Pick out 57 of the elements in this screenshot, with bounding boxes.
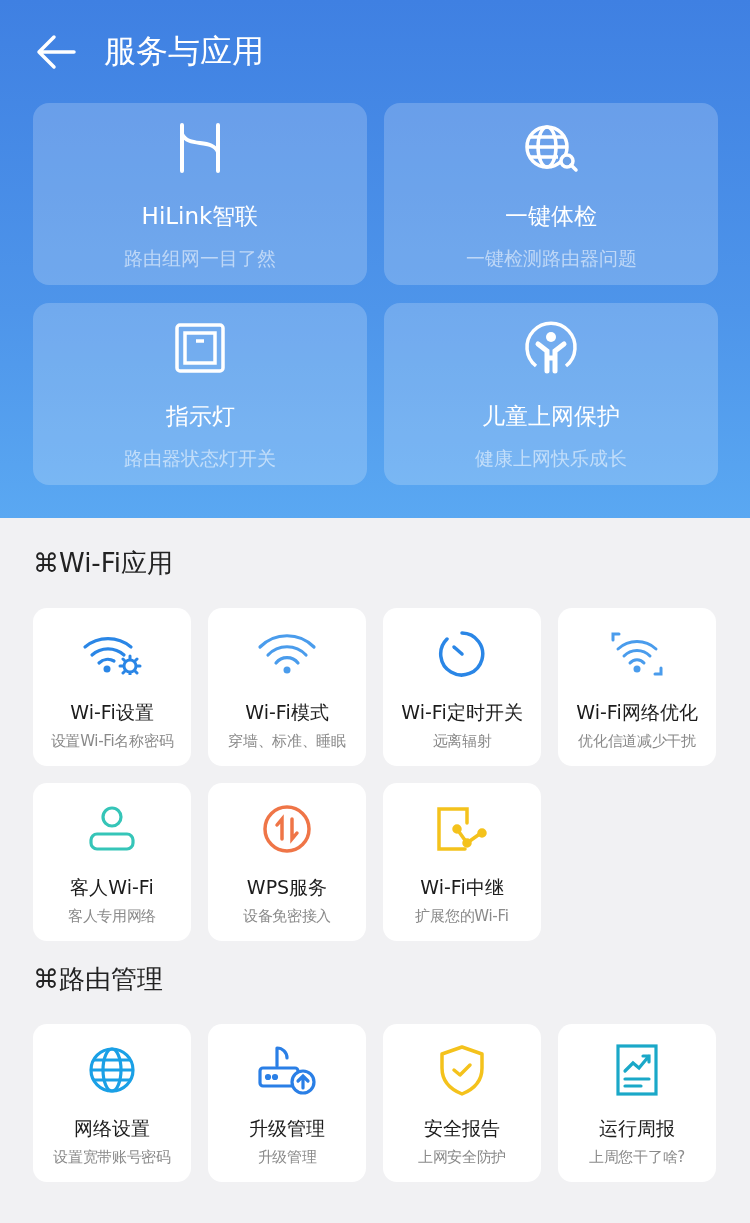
tile-title: 安全报告 [424,1116,500,1141]
tile-subtitle: 设置宽带账号密码 [53,1148,171,1167]
tile-title: Wi-Fi中继 [420,875,504,900]
app-tile[interactable]: Wi-Fi中继 扩展您的Wi-Fi [383,783,541,941]
timer-icon [437,629,487,679]
globe-search-icon [523,123,579,173]
app-tile[interactable]: 网络设置 设置宽带账号密码 [33,1024,191,1182]
person-icon [88,806,136,852]
section-title: ⌘路由管理 [33,962,163,996]
app-tile[interactable]: Wi-Fi定时开关 远离辐射 [383,608,541,766]
app-tile[interactable]: Wi-Fi设置 设置Wi-Fi名称密码 [33,608,191,766]
tile-subtitle: 客人专用网络 [67,907,157,926]
tile-subtitle: 设置Wi-Fi名称密码 [50,732,174,751]
app-tile[interactable]: Wi-Fi网络优化 优化信道减少干扰 [558,608,716,766]
tile-title: 客人Wi-Fi [70,875,154,900]
child-icon [524,320,578,376]
globe-icon [87,1045,137,1095]
tile-title: Wi-Fi网络优化 [576,700,698,725]
tile-title: Wi-Fi模式 [245,700,329,725]
router-upload-icon [257,1044,317,1096]
wifi-scan-icon [610,631,664,677]
card-title: 一键体检 [505,202,597,231]
card-subtitle: 健康上网快乐成长 [475,446,627,471]
app-tile[interactable]: 运行周报 上周您干了啥? [558,1024,716,1182]
card-title: 儿童上网保护 [482,402,620,431]
app-tile[interactable]: WPS服务 设备免密接入 [208,783,366,941]
section-title: ⌘Wi-Fi应用 [33,546,174,580]
chart-report-icon [615,1043,659,1097]
tile-subtitle: 升级管理 [257,1148,317,1167]
tile-title: Wi-Fi定时开关 [401,700,523,725]
arrows-circle-icon [261,803,313,855]
tile-subtitle: 穿墙、标准、睡眠 [228,732,346,751]
shield-check-icon [439,1044,485,1096]
tile-title: 运行周报 [599,1116,675,1141]
page-title: 服务与应用 [104,30,264,72]
card-subtitle: 路由器状态灯开关 [124,446,276,471]
square-switch-icon [174,322,226,374]
tile-subtitle: 上周您干了啥? [589,1148,685,1167]
tile-title: WPS服务 [246,875,328,900]
card-subtitle: 路由组网一目了然 [124,246,276,271]
tile-title: 升级管理 [249,1116,325,1141]
tile-title: 网络设置 [74,1116,150,1141]
wifi-icon [257,633,317,675]
app-tile[interactable]: 客人Wi-Fi 客人专用网络 [33,783,191,941]
app-tile[interactable]: 安全报告 上网安全防护 [383,1024,541,1182]
tile-subtitle: 扩展您的Wi-Fi [415,907,509,926]
tile-subtitle: 上网安全防护 [417,1148,507,1167]
back-icon[interactable] [36,33,76,70]
app-tile[interactable]: Wi-Fi模式 穿墙、标准、睡眠 [208,608,366,766]
card-title: HiLink智联 [141,202,259,231]
app-tile[interactable]: 升级管理 升级管理 [208,1024,366,1182]
tile-title: Wi-Fi设置 [70,700,154,725]
card-title: 指示灯 [165,402,235,431]
tile-subtitle: 远离辐射 [432,732,492,751]
tile-subtitle: 设备免密接入 [242,907,332,926]
card-subtitle: 一键检测路由器问题 [465,246,637,271]
tile-subtitle: 优化信道减少干扰 [578,732,696,751]
